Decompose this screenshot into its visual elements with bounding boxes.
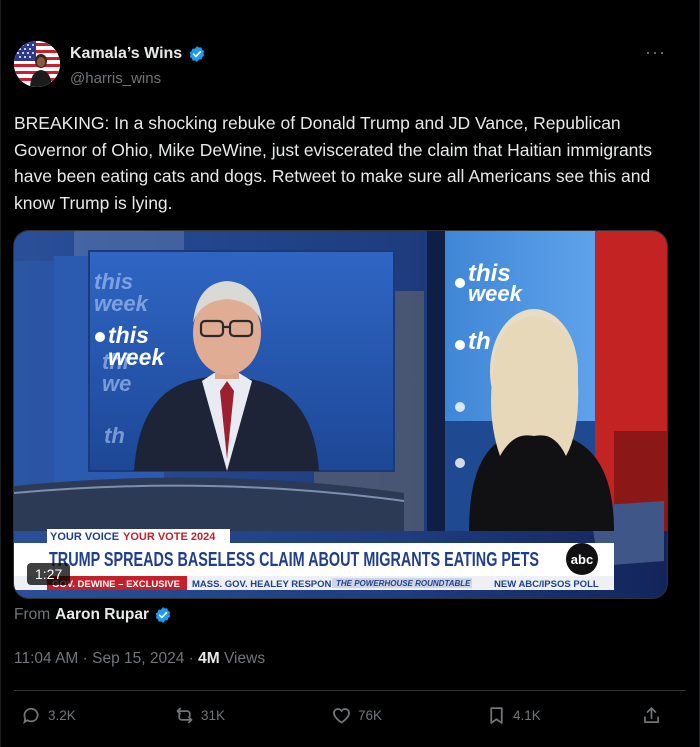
repost-icon	[176, 707, 193, 724]
repost-count: 31K	[201, 708, 226, 723]
video-duration: 1:27	[27, 563, 71, 585]
tweet-meta: 11:04 AM · Sep 15, 2024 · 4M Views	[14, 650, 266, 667]
ticker-item-2: MASS. GOV. HEALEY RESPONDS	[192, 579, 345, 590]
svg-text:th: th	[468, 328, 491, 355]
bookmark-count: 4.1K	[513, 708, 541, 723]
bookmark-button[interactable]: 4.1K	[486, 705, 541, 726]
avatar-image	[14, 41, 60, 87]
from-label: From	[14, 606, 51, 623]
heart-icon	[333, 708, 350, 724]
reply-icon	[23, 707, 39, 724]
svg-text:we: we	[102, 371, 131, 396]
video-frame: this week thi we th this week this week …	[14, 231, 667, 598]
repost-button[interactable]: 31K	[174, 705, 225, 726]
attribution-name[interactable]: Aaron Rupar	[55, 606, 149, 624]
share-icon	[644, 707, 659, 723]
svg-text:week: week	[108, 344, 165, 370]
tweet-date[interactable]: Sep 15, 2024	[92, 650, 184, 667]
avatar[interactable]	[14, 41, 60, 87]
verified-badge-icon	[188, 45, 206, 63]
author-name-row: Kamala’s Wins	[70, 45, 206, 63]
svg-text:week: week	[468, 281, 524, 306]
tweet-time[interactable]: 11:04 AM	[14, 650, 78, 667]
display-name[interactable]: Kamala’s Wins	[70, 45, 182, 63]
reply-button[interactable]: 3.2K	[21, 705, 76, 726]
like-button[interactable]: 76K	[331, 705, 382, 726]
like-count: 76K	[358, 708, 383, 723]
bookmark-icon	[490, 707, 503, 724]
attribution-row: From Aaron Rupar	[14, 606, 172, 624]
svg-text:th: th	[104, 423, 125, 448]
ticker-item-4: NEW ABC/IPSOS POLL	[494, 579, 599, 590]
ellipsis-icon[interactable]: ···	[645, 42, 666, 63]
action-bar: 3.2K 31K 76K 4.1K	[21, 705, 671, 729]
lower-third-tag-2: YOUR VOTE 2024	[123, 531, 216, 543]
abc-logo: abc	[571, 552, 593, 567]
svg-text:week: week	[94, 291, 150, 316]
headline: TRUMP SPREADS BASELESS CLAIM ABOUT MIGRA…	[49, 549, 539, 571]
lower-third-tag-1: YOUR VOICE	[50, 531, 119, 543]
tweet-text: BREAKING: In a shocking rebuke of Donald…	[14, 113, 653, 213]
video-player[interactable]: this week thi we th this week this week …	[13, 230, 668, 599]
reply-count: 3.2K	[48, 708, 76, 723]
views-label: Views	[224, 650, 266, 667]
views-count: 4M	[198, 650, 220, 667]
tweet-card: Kamala’s Wins @harris_wins ··· BREAKING:…	[0, 0, 700, 747]
ticker-item-1: GOV. DEWINE – EXCLUSIVE	[52, 579, 180, 590]
verified-badge-icon	[154, 606, 172, 624]
share-button[interactable]	[641, 705, 662, 726]
ticker-item-3: THE POWERHOUSE ROUNDTABLE	[336, 579, 471, 588]
handle[interactable]: @harris_wins	[70, 70, 161, 87]
divider	[14, 690, 686, 691]
